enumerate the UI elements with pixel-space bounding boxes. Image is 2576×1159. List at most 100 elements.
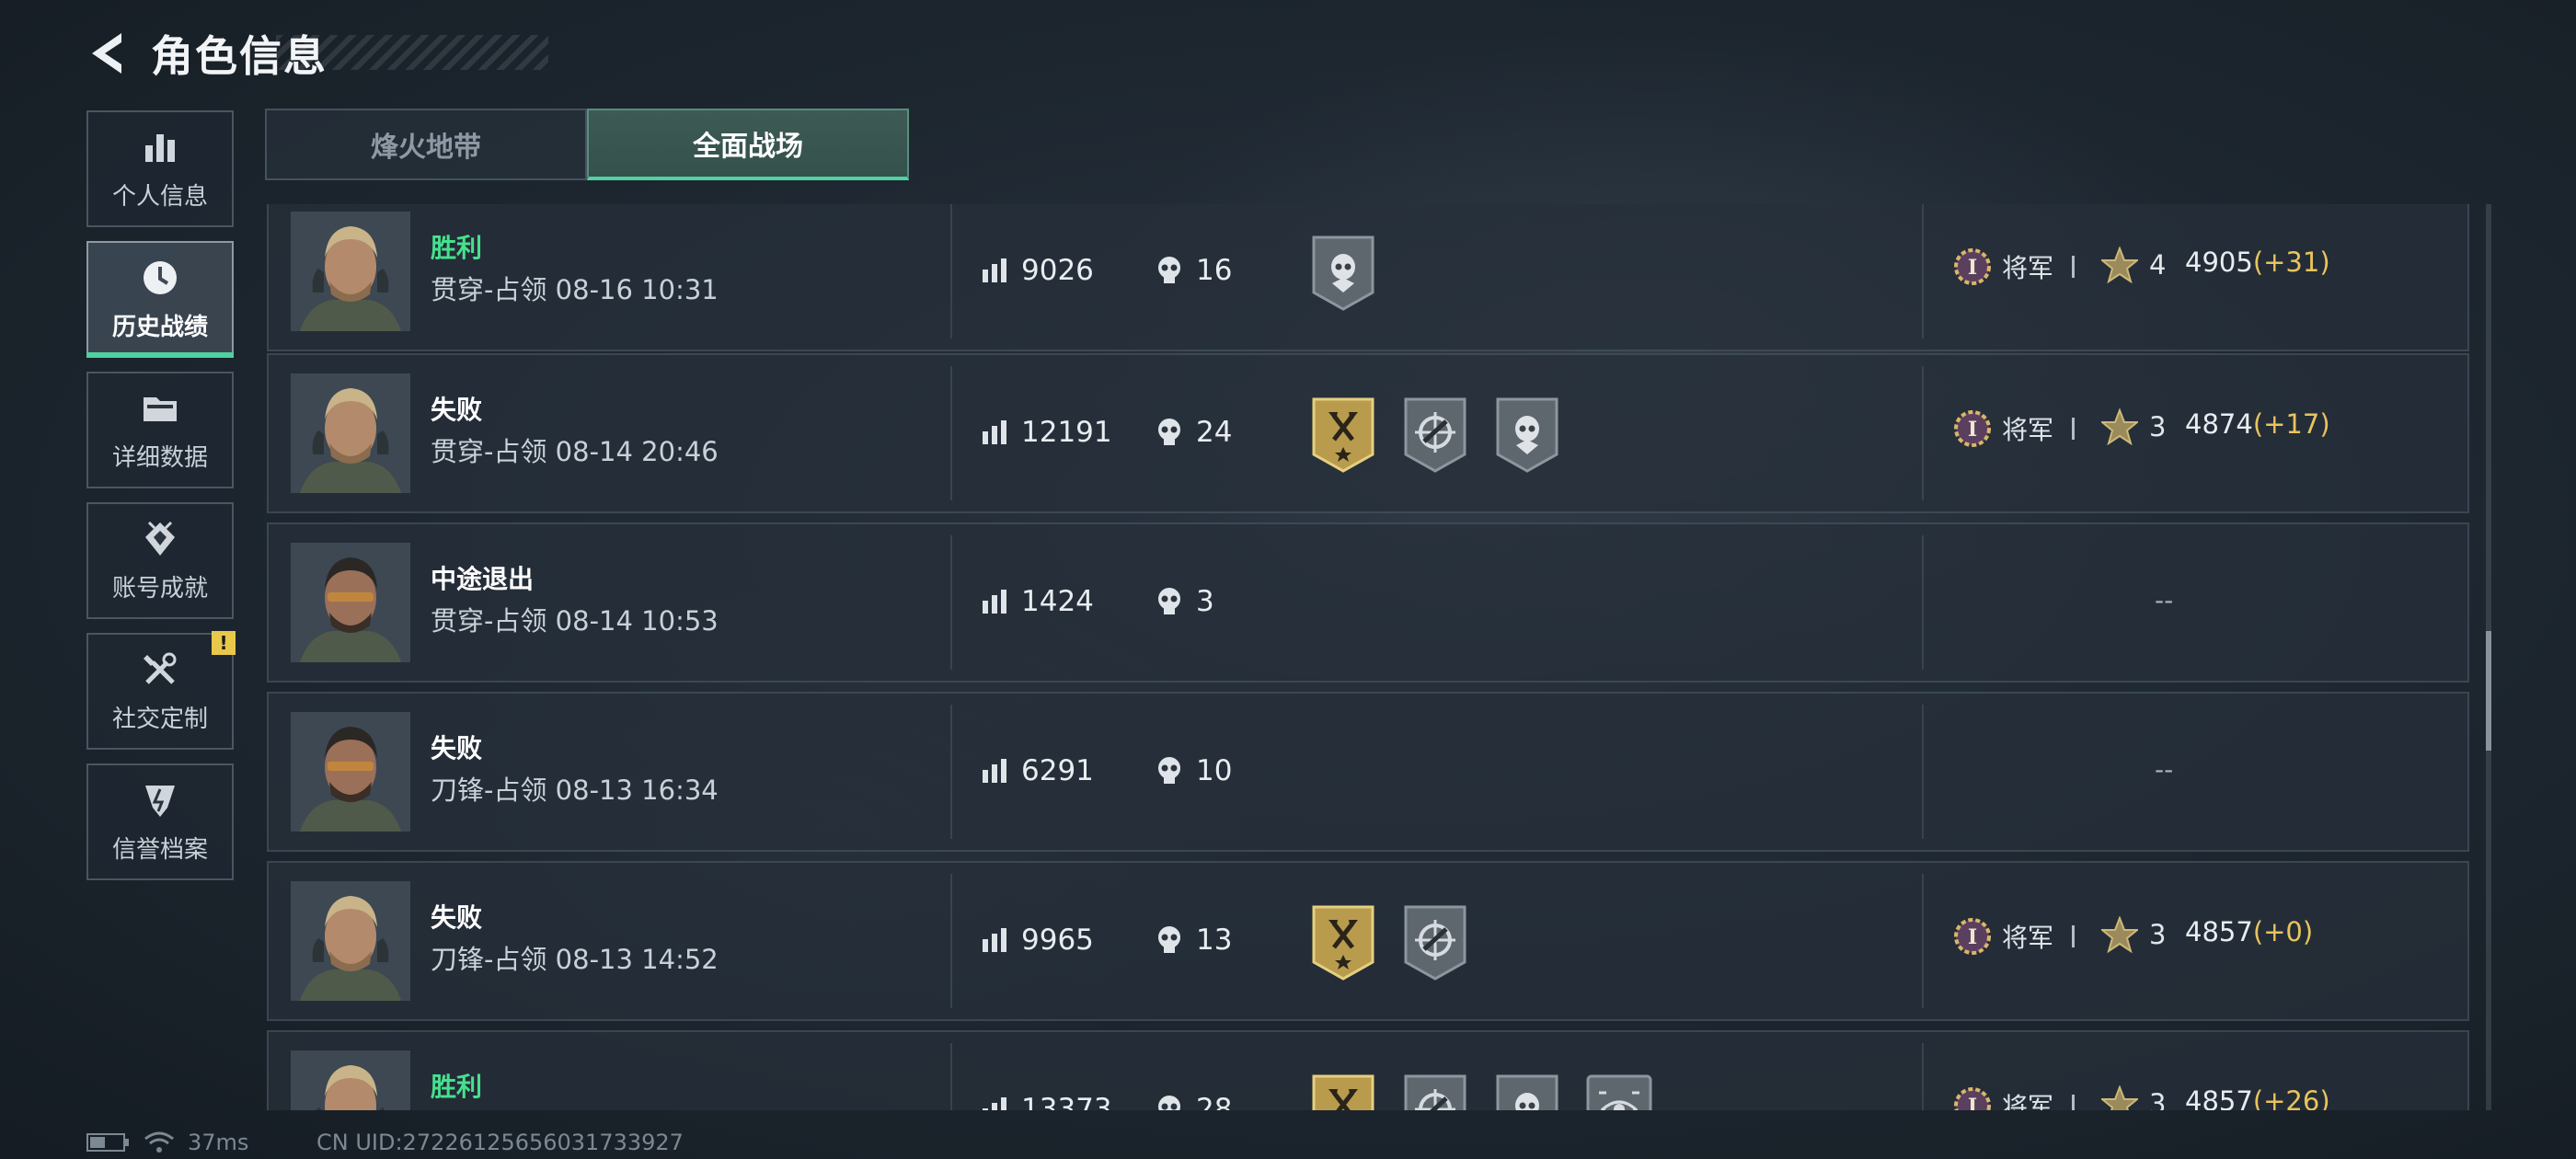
match-row[interactable]: 胜利 贯穿-占领 08-16 10:31 9026 16 I 将军 4 4905(+31)	[267, 204, 2469, 351]
medal-badges	[1308, 394, 1562, 475]
score-value: 9026	[1021, 254, 1094, 287]
operator-avatar	[291, 881, 410, 1001]
column-divider	[950, 874, 952, 1008]
match-kills: 16	[1156, 254, 1232, 287]
match-result: 胜利	[431, 1072, 483, 1102]
column-divider	[1922, 1043, 1924, 1110]
skull-badge[interactable]	[1492, 394, 1562, 475]
match-score: 9026	[981, 254, 1094, 287]
alert-badge: !	[212, 631, 236, 655]
match-mode-time: 贯穿-占领 08-14 20:46	[431, 436, 719, 467]
match-row[interactable]: 失败 刀锋-占领 08-13 16:34 6291 10 --	[267, 692, 2469, 852]
rank-points: 4857(+0)	[2185, 916, 2313, 947]
mode-tabs: 烽火地带 全面战场	[265, 109, 909, 180]
kills-value: 28	[1196, 1093, 1233, 1110]
column-divider	[950, 204, 952, 339]
skull-badge[interactable]	[1492, 1071, 1562, 1110]
points-value: 4857	[2185, 916, 2253, 947]
points-value: 4874	[2185, 408, 2253, 440]
history-clock-icon	[139, 257, 181, 299]
match-kills: 24	[1156, 416, 1232, 449]
rank-separator	[2072, 418, 2076, 440]
skull-badge[interactable]	[1308, 232, 1378, 313]
sidebar-item-reputation[interactable]: 信誉档案	[86, 763, 234, 880]
operator-avatar	[291, 212, 410, 331]
score-bars-icon	[983, 258, 1006, 282]
column-divider	[1922, 705, 1924, 839]
match-result: 失败	[431, 902, 483, 933]
match-history-list: 胜利 贯穿-占领 08-16 10:31 9026 16 I 将军 4 4905(+31) 失败…	[267, 204, 2469, 1110]
sidebar-item-detailed-data[interactable]: 详细数据	[86, 372, 234, 488]
gold-axe-badge[interactable]	[1308, 394, 1378, 475]
score-bars-icon	[983, 420, 1006, 444]
match-row[interactable]: 中途退出 贯穿-占领 08-14 10:53 1424 3 --	[267, 522, 2469, 683]
column-divider	[950, 705, 952, 839]
score-bars-icon	[983, 928, 1006, 952]
shield-icon	[139, 779, 181, 821]
match-score: 13373	[981, 1093, 1112, 1110]
crosshair-badge[interactable]	[1400, 901, 1470, 982]
operator-avatar	[291, 543, 410, 662]
sidebar: 个人信息 历史战绩 详细数据 账号成就 ! 社交定制 信誉档案	[86, 110, 236, 894]
rank-points: 4905(+31)	[2185, 247, 2330, 278]
scrollbar-thumb[interactable]	[2486, 631, 2491, 751]
svg-text:I: I	[1968, 925, 1977, 949]
sidebar-item-achievements[interactable]: 账号成就	[86, 502, 234, 619]
star-icon	[2101, 247, 2138, 283]
back-button[interactable]	[85, 28, 131, 79]
star-icon	[2101, 408, 2138, 445]
match-row[interactable]: 失败 贯穿-占领 08-14 20:46 12191 24 I 将军 3 4874(+17)	[267, 353, 2469, 513]
user-uid: CN UID:2722612565603173392​7	[316, 1130, 684, 1155]
gold-axe-badge[interactable]	[1308, 1071, 1378, 1110]
rank-emblem-icon: I	[1954, 248, 1991, 285]
match-kills: 13	[1156, 924, 1232, 957]
tab-full-battlefield[interactable]: 全面战场	[587, 109, 909, 180]
tab-warzone[interactable]: 烽火地带	[265, 109, 587, 180]
achievement-icon	[139, 518, 181, 560]
match-kills: 10	[1156, 754, 1232, 787]
crosshair-badge[interactable]	[1400, 394, 1470, 475]
sidebar-item-label: 详细数据	[111, 444, 208, 472]
column-divider	[1922, 874, 1924, 1008]
rank-emblem-icon: I	[1954, 918, 1991, 955]
stars-count: 3	[2149, 919, 2167, 950]
rank-emblem-icon: I	[1954, 1087, 1991, 1110]
rank-empty: --	[2155, 754, 2174, 785]
sidebar-item-history[interactable]: 历史战绩	[86, 241, 234, 358]
operator-avatar	[291, 1050, 410, 1110]
rank-stars: 3	[2101, 408, 2166, 445]
points-delta: (+17)	[2252, 408, 2330, 440]
column-divider	[950, 1043, 952, 1110]
column-divider	[1922, 366, 1924, 500]
operator-avatar	[291, 373, 410, 493]
points-delta: (+26)	[2252, 1085, 2330, 1110]
skull-kills-icon	[1158, 757, 1180, 784]
points-value: 4905	[2185, 247, 2253, 278]
points-delta: (+0)	[2252, 916, 2314, 947]
match-result: 失败	[431, 395, 483, 425]
match-row[interactable]: 失败 刀锋-占领 08-13 14:52 9965 13 I 将军 3 4857(+0)	[267, 861, 2469, 1021]
kills-value: 3	[1196, 585, 1214, 618]
rank-title: 将军	[2002, 1092, 2054, 1110]
wifi-icon	[144, 1131, 174, 1153]
score-bars-icon	[983, 1097, 1006, 1110]
eye-badge[interactable]	[1584, 1071, 1654, 1110]
gold-axe-badge[interactable]	[1308, 901, 1378, 982]
match-kills: 28	[1156, 1093, 1232, 1110]
match-row[interactable]: 胜利贯穿-占领 08-13 14:21 13373 28 I 将军 3 4857(+26)	[267, 1030, 2469, 1110]
match-score: 1424	[981, 585, 1094, 618]
kills-value: 16	[1196, 254, 1233, 287]
rank-info: I 将军	[1952, 916, 2076, 957]
match-score: 9965	[981, 924, 1094, 957]
sidebar-item-label: 社交定制	[111, 706, 208, 733]
medal-badges	[1308, 1071, 1654, 1110]
points-value: 4857	[2185, 1085, 2253, 1110]
sidebar-item-social-custom[interactable]: ! 社交定制	[86, 631, 236, 750]
crosshair-badge[interactable]	[1400, 1071, 1470, 1110]
rank-separator	[2072, 1095, 2076, 1110]
ping-value: 37ms	[188, 1130, 249, 1155]
rank-points: 4874(+17)	[2185, 408, 2330, 440]
rank-info: I 将军	[1952, 1085, 2076, 1110]
sidebar-item-personal-info[interactable]: 个人信息	[86, 110, 234, 227]
rank-title: 将军	[2002, 923, 2054, 953]
